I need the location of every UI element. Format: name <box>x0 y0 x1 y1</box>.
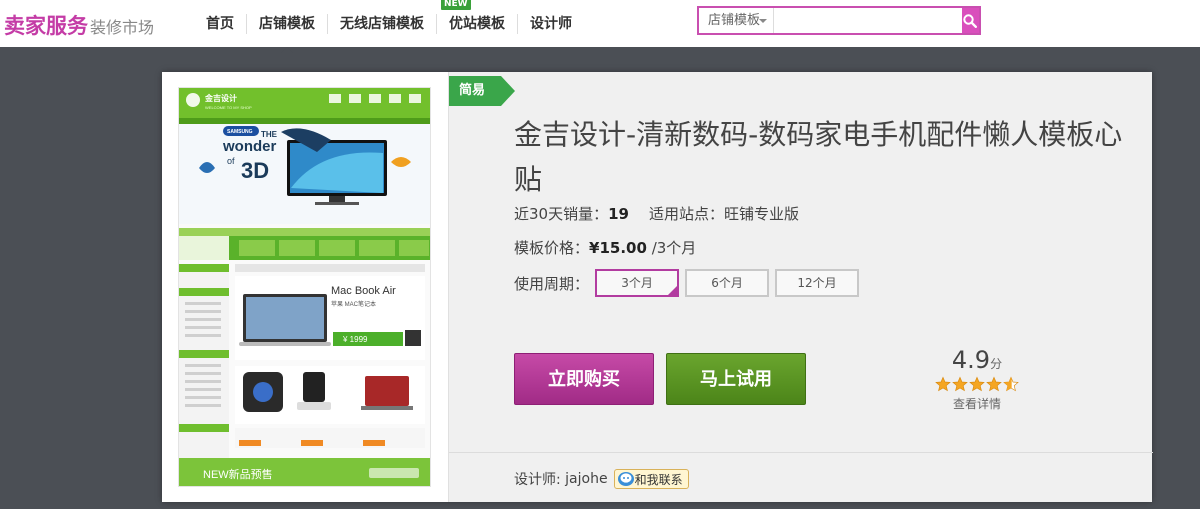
nav-item-label: 店铺模板 <box>259 15 315 32</box>
buy-now-button[interactable]: 立即购买 <box>514 353 654 405</box>
star-icon <box>935 376 951 392</box>
logo-main-text: 卖家服务 <box>4 14 88 38</box>
site-logo[interactable]: 卖家服务 装修市场 <box>4 10 154 40</box>
top-bar: 卖家服务 装修市场 首页 店铺模板 无线店铺模板 NEW 优站模板 设计师 店铺… <box>0 0 1200 53</box>
nav-item-label: 无线店铺模板 <box>340 15 424 32</box>
nav-item-mobile-templates[interactable]: 无线店铺模板 <box>328 13 437 34</box>
preview-promo-price: ¥ 1999 <box>342 335 368 344</box>
price-label: 模板价格： <box>514 239 590 257</box>
nav-item-youzhan-templates[interactable]: NEW 优站模板 <box>437 0 518 34</box>
nav-item-label: 设计师 <box>530 15 572 32</box>
designer-row: 设计师: jajohe 和我联系 <box>514 469 689 489</box>
search-category-value: 店铺模板 <box>708 13 761 28</box>
nav-item-home[interactable]: 首页 <box>194 13 247 34</box>
price-unit: /3个月 <box>651 239 697 257</box>
sales-label: 近30天销量： <box>514 205 609 223</box>
search-icon <box>963 13 978 28</box>
preview-banner-line2: wonder <box>222 138 276 155</box>
nav-item-designers[interactable]: 设计师 <box>518 14 584 34</box>
star-icon <box>969 376 985 392</box>
preview-footer-label: NEW新品预售 <box>203 467 273 481</box>
nav-item-shop-templates[interactable]: 店铺模板 <box>247 13 328 53</box>
period-option-6-months[interactable]: 6个月 <box>685 269 770 297</box>
search-bar: 店铺模板 <box>697 6 981 35</box>
contact-designer-button[interactable]: 和我联系 <box>613 469 689 489</box>
rating-block: 4.9分 查看详情 <box>929 346 1025 412</box>
nav-item-label: 首页 <box>206 15 234 32</box>
rating-detail-link[interactable]: 查看详情 <box>929 395 1025 412</box>
crown-icon <box>186 93 200 107</box>
sales-row: 近30天销量：19 适用站点：旺铺专业版 <box>514 203 799 224</box>
chat-icon <box>617 472 634 486</box>
preview-banner-line3: of <box>227 156 235 166</box>
chevron-down-icon <box>758 19 767 27</box>
preview-banner-brand: SAMSUNG <box>227 129 253 135</box>
rating-unit: 分 <box>990 357 1003 371</box>
template-detail-card: 金吉设计 WELCOME TO MY SHOP SAMSUNG THE wond… <box>162 72 1153 502</box>
preview-shop-tagline: WELCOME TO MY SHOP <box>205 105 252 110</box>
rating-stars <box>929 376 1025 392</box>
try-now-button[interactable]: 马上试用 <box>666 353 806 405</box>
level-tag: 简易 <box>449 76 516 106</box>
preview-shop-name: 金吉设计 <box>204 93 237 103</box>
sales-value: 19 <box>608 205 629 223</box>
logo-sub-text: 装修市场 <box>90 18 155 37</box>
star-icon <box>986 376 1002 392</box>
period-option-12-months[interactable]: 12个月 <box>775 269 860 297</box>
template-title: 金吉设计-清新数码-数码家电手机配件懒人模板心贴 <box>514 118 1123 196</box>
new-badge: NEW <box>441 0 471 10</box>
preview-promo-sub: 苹果 MAC笔记本 <box>331 300 376 308</box>
star-half-icon <box>1003 376 1019 392</box>
contact-label: 和我联系 <box>634 472 683 487</box>
search-input[interactable] <box>773 8 962 33</box>
star-icon <box>952 376 968 392</box>
template-preview-image[interactable]: 金吉设计 WELCOME TO MY SHOP SAMSUNG THE wond… <box>178 87 431 487</box>
divider <box>449 452 1153 453</box>
template-preview-panel: 金吉设计 WELCOME TO MY SHOP SAMSUNG THE wond… <box>162 72 448 502</box>
main-nav: 首页 店铺模板 无线店铺模板 NEW 优站模板 设计师 <box>194 0 584 53</box>
preview-promo-title: Mac Book Air <box>331 285 396 297</box>
site-value: 旺铺专业版 <box>723 205 799 223</box>
search-category-select[interactable]: 店铺模板 <box>699 8 774 33</box>
designer-name[interactable]: jajohe <box>565 471 607 487</box>
template-info-panel: 简易 金吉设计-清新数码-数码家电手机配件懒人模板心贴 近30天销量：19 适用站… <box>448 72 1153 502</box>
price-row: 模板价格：¥15.00 /3个月 <box>514 237 696 258</box>
search-button[interactable] <box>961 8 979 33</box>
designer-label: 设计师: <box>514 472 561 488</box>
price-value: ¥15.00 <box>589 239 647 257</box>
rating-score-line: 4.9分 <box>929 346 1025 374</box>
period-option-3-months[interactable]: 3个月 <box>595 269 680 297</box>
site-label: 适用站点： <box>648 205 724 223</box>
template-screenshot: 金吉设计 WELCOME TO MY SHOP SAMSUNG THE wond… <box>179 88 430 486</box>
period-label: 使用周期： <box>514 274 590 293</box>
rating-score: 4.9 <box>951 346 991 374</box>
nav-item-label: 优站模板 <box>449 15 505 32</box>
period-selector: 使用周期： 3个月 6个月 12个月 <box>514 269 860 297</box>
preview-banner-line4: 3D <box>241 158 269 183</box>
